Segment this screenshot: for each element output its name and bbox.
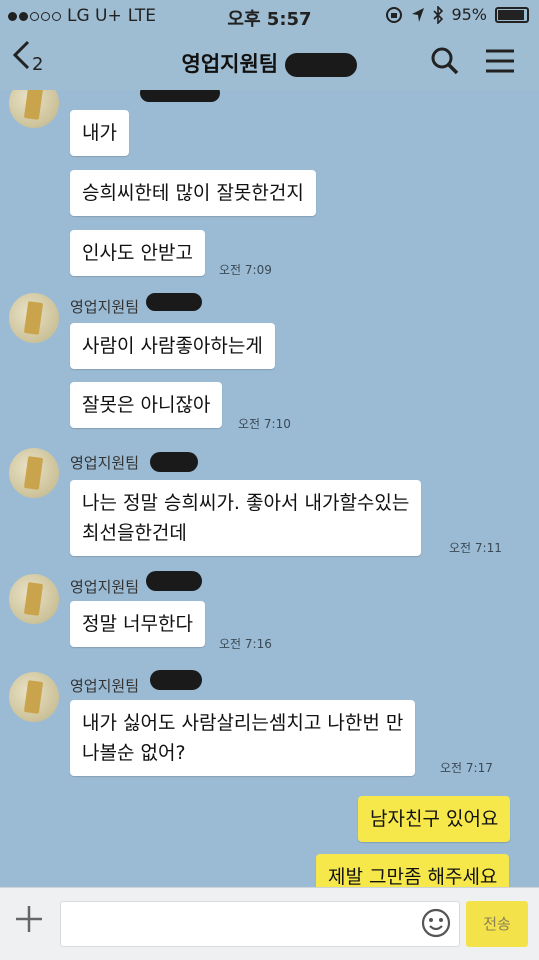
message-text: 사람이 사람좋아하는게 (82, 335, 263, 357)
message-text-line: 나는 정말 승희씨가. 좋아서 내가할수있는 (82, 492, 410, 514)
avatar[interactable] (9, 448, 59, 498)
message-time: 오전 7:16 (219, 637, 272, 651)
message-bubble[interactable]: 내가 (70, 110, 129, 156)
emoji-icon[interactable] (420, 907, 452, 939)
status-bar: LG U+ LTE 오후 5:57 95% (0, 0, 539, 32)
plus-icon[interactable] (14, 904, 44, 934)
menu-icon[interactable] (484, 46, 516, 76)
battery-percent: 95% (451, 5, 487, 24)
redaction-mark (140, 90, 220, 102)
message-bubble[interactable]: 잘못은 아니잖아 (70, 382, 223, 428)
sender-name: 영업지원팀 (70, 677, 140, 695)
send-button[interactable]: 전송 (466, 901, 528, 947)
rotation-lock-icon (386, 6, 403, 23)
sender-name: 영업지원팀 (70, 298, 140, 316)
message-text: 남자친구 있어요 (370, 808, 499, 830)
redaction-mark (285, 53, 358, 77)
location-icon (412, 7, 425, 22)
avatar[interactable] (9, 574, 59, 624)
message-text: 잘못은 아니잖아 (82, 394, 211, 416)
redaction-mark (146, 571, 202, 591)
message-input[interactable] (60, 901, 460, 947)
sender-name: 영업지원팀 (70, 454, 140, 472)
sent-message-bubble[interactable]: 제발 그만좀 해주세요 (316, 854, 510, 887)
chat-header: 2 영업지원팀 (0, 32, 539, 90)
message-bubble[interactable]: 사람이 사람좋아하는게 (70, 323, 275, 369)
message-text: 내가 (82, 122, 117, 144)
message-time: 오전 7:11 (449, 541, 502, 555)
redaction-mark (146, 293, 202, 311)
chat-area[interactable]: 내가 승희씨한테 많이 잘못한건지 인사도 안받고 오전 7:09 영업지원팀 … (0, 90, 539, 887)
message-bubble[interactable]: 나는 정말 승희씨가. 좋아서 내가할수있는 최선을한건데 (70, 480, 422, 556)
battery-icon (495, 6, 529, 23)
message-time: 오전 7:09 (219, 263, 272, 277)
bluetooth-icon (433, 5, 444, 24)
avatar[interactable] (9, 293, 59, 343)
message-text: 정말 너무한다 (82, 613, 193, 635)
message-bubble[interactable]: 내가 싫어도 사람살리는셈치고 나한번 만 나볼순 없어? (70, 700, 416, 776)
message-bubble[interactable]: 정말 너무한다 (70, 601, 205, 647)
redaction-mark (150, 670, 202, 690)
avatar[interactable] (9, 90, 59, 128)
sender-name: 영업지원팀 (70, 578, 140, 596)
avatar[interactable] (9, 672, 59, 722)
message-time: 오전 7:10 (238, 417, 291, 431)
message-text-line: 최선을한건데 (82, 522, 187, 544)
message-text-line: 내가 싫어도 사람살리는셈치고 나한번 만 (82, 712, 404, 734)
message-input-bar: 전송 (0, 887, 539, 960)
chat-title-text: 영업지원팀 (181, 52, 279, 76)
status-right: 95% (385, 5, 529, 24)
search-icon[interactable] (430, 46, 460, 76)
message-bubble[interactable]: 승희씨한테 많이 잘못한건지 (70, 170, 316, 216)
message-bubble[interactable]: 인사도 안받고 (70, 230, 205, 276)
message-text: 제발 그만좀 해주세요 (328, 866, 498, 887)
message-time: 오전 7:17 (440, 761, 493, 775)
message-text: 인사도 안받고 (82, 242, 193, 264)
message-text-line: 나볼순 없어? (82, 742, 186, 764)
redaction-mark (150, 452, 198, 472)
message-text: 승희씨한테 많이 잘못한건지 (82, 182, 304, 204)
sent-message-bubble[interactable]: 남자친구 있어요 (358, 796, 511, 842)
